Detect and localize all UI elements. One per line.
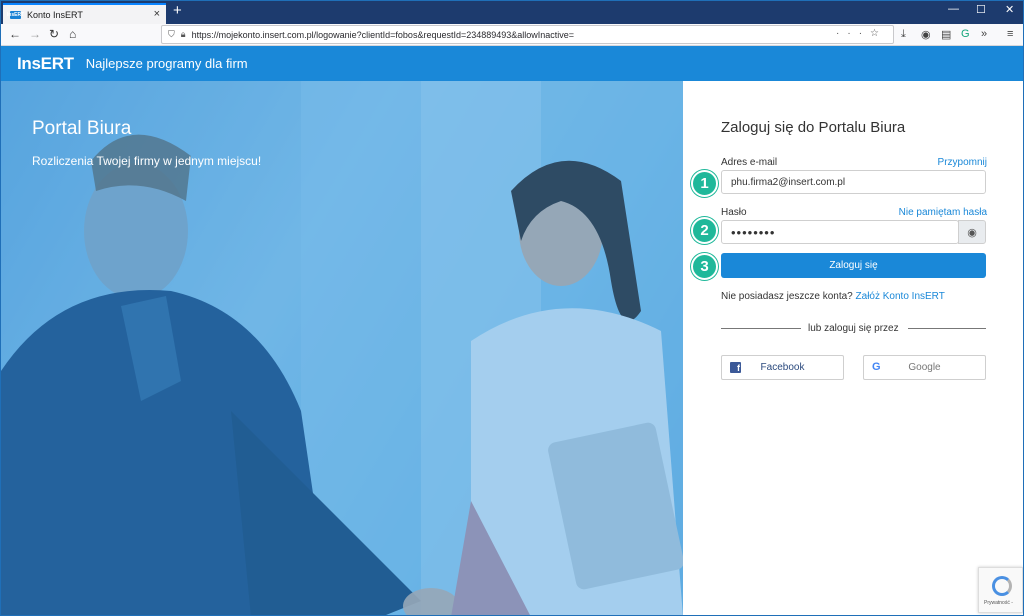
- facebook-login-button[interactable]: f Facebook: [721, 355, 844, 380]
- insert-logo[interactable]: InsERT: [17, 54, 74, 74]
- shield-icon[interactable]: ⛉: [168, 29, 175, 40]
- remind-email-link[interactable]: Przypomnij: [938, 157, 987, 168]
- close-tab-icon[interactable]: ×: [154, 8, 160, 20]
- no-account-text: Nie posiadasz jeszcze konta?: [721, 291, 853, 302]
- forward-icon[interactable]: →: [29, 27, 41, 41]
- sidebar-icon[interactable]: ▤: [941, 28, 951, 41]
- reload-icon[interactable]: ↻: [49, 27, 59, 41]
- page-actions-icon[interactable]: ···☆: [836, 28, 887, 39]
- email-field[interactable]: phu.firma2@insert.com.pl: [721, 170, 986, 194]
- email-label: Adres e-mail: [721, 157, 778, 168]
- divider-left: [721, 328, 801, 329]
- step-badge-1: 1: [691, 170, 718, 197]
- step-badge-3: 3: [691, 253, 718, 280]
- hero-image: Portal Biura Rozliczenia Twojej firmy w …: [1, 81, 683, 615]
- menu-icon[interactable]: ≡: [1007, 28, 1013, 40]
- divider-text: lub zaloguj się przez: [808, 323, 899, 334]
- password-field[interactable]: ••••••••: [721, 220, 959, 244]
- recaptcha-badge[interactable]: Prywatność -: [978, 567, 1023, 613]
- recaptcha-privacy-label: Prywatność -: [984, 600, 1013, 606]
- browser-tab[interactable]: InsERT Konto InsERT ×: [3, 3, 166, 24]
- address-bar[interactable]: ⛉ 🔒︎ https://mojekonto.insert.com.pl/log…: [161, 25, 894, 44]
- download-icon[interactable]: ⤓: [901, 28, 906, 41]
- new-tab-icon[interactable]: +: [173, 2, 182, 19]
- login-button[interactable]: Zaloguj się: [721, 253, 986, 278]
- hero-title: Portal Biura: [32, 118, 132, 139]
- divider-right: [908, 328, 986, 329]
- show-password-icon[interactable]: ◉: [958, 220, 986, 244]
- hero-subtitle: Rozliczenia Twojej firmy w jednym miejsc…: [32, 154, 262, 168]
- back-icon[interactable]: ←: [9, 27, 21, 41]
- no-account-row: Nie posiadasz jeszcze konta? Załóż Konto…: [721, 291, 945, 302]
- recaptcha-icon: [992, 576, 1012, 596]
- extension-icon[interactable]: G: [961, 28, 970, 40]
- login-title: Zaloguj się do Portalu Biura: [721, 119, 906, 136]
- site-header: InsERT Najlepsze programy dla firm: [1, 46, 1023, 81]
- login-panel: Zaloguj się do Portalu Biura Adres e-mai…: [683, 81, 1023, 615]
- tab-bar: InsERT Konto InsERT × + — ☐ ✕: [1, 1, 1023, 24]
- password-label: Hasło: [721, 207, 747, 218]
- insert-favicon-icon: InsERT: [6, 10, 25, 19]
- header-tagline: Najlepsze programy dla firm: [85, 56, 248, 71]
- minimize-icon[interactable]: —: [948, 3, 959, 15]
- maximize-icon[interactable]: ☐: [976, 3, 986, 16]
- lock-icon[interactable]: 🔒︎: [181, 29, 186, 40]
- navigation-bar: ← → ↻ ⌂ ⛉ 🔒︎ https://mojekonto.insert.co…: [1, 24, 1023, 46]
- create-account-link[interactable]: Załóż Konto InsERT: [856, 291, 945, 302]
- facebook-icon: f: [730, 362, 741, 373]
- browser-window: InsERT Konto InsERT × + — ☐ ✕ ← → ↻ ⌂ ⛉ …: [0, 0, 1024, 616]
- step-badge-2: 2: [691, 217, 718, 244]
- home-icon[interactable]: ⌂: [69, 27, 76, 41]
- library-icon[interactable]: ◉: [921, 28, 931, 41]
- overflow-icon[interactable]: »: [981, 28, 987, 40]
- tab-title: Konto InsERT: [27, 9, 83, 20]
- forgot-password-link[interactable]: Nie pamiętam hasła: [899, 207, 987, 218]
- close-window-icon[interactable]: ✕: [1005, 3, 1014, 16]
- google-login-button[interactable]: G Google: [863, 355, 986, 380]
- google-icon: G: [872, 361, 881, 373]
- url-text: https://mojekonto.insert.com.pl/logowani…: [191, 29, 575, 40]
